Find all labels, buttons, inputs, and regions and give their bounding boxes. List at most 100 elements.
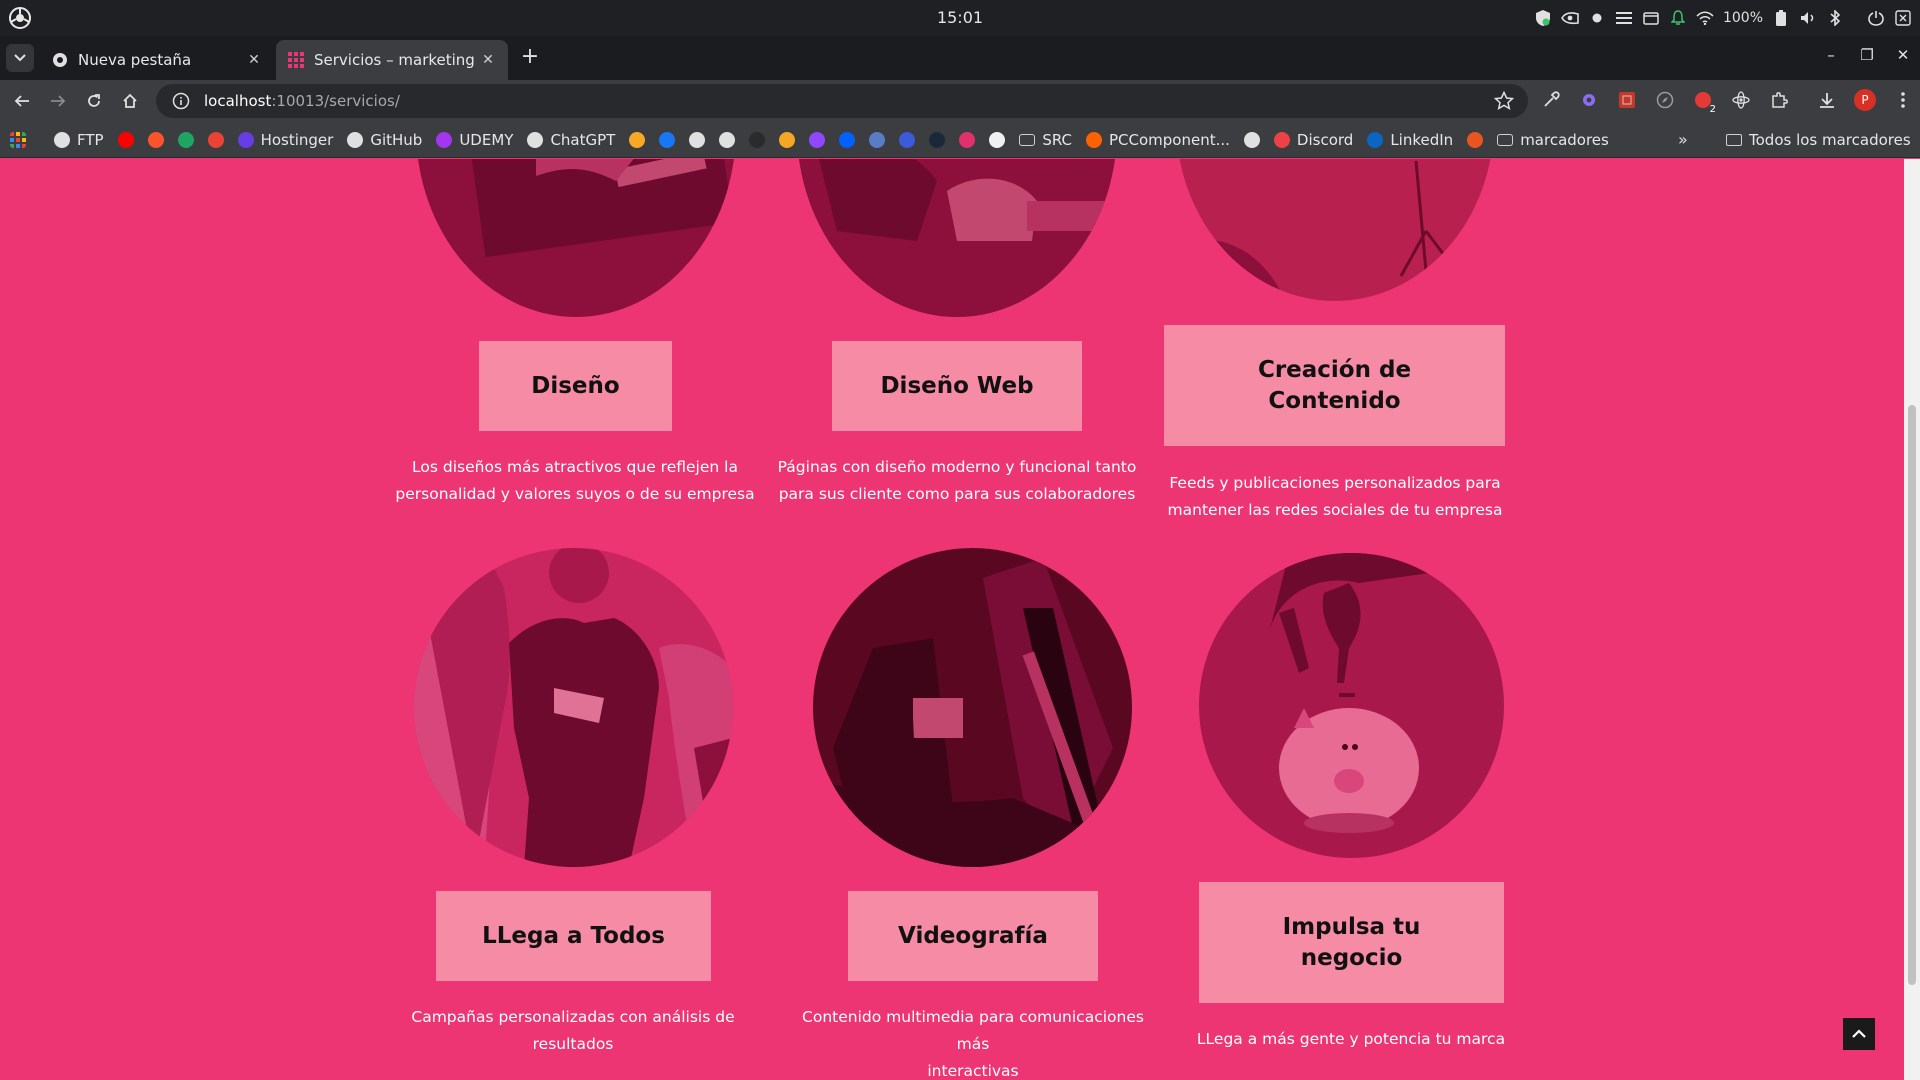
drive-icon <box>177 131 194 148</box>
bookmark-label: GitHub <box>370 130 423 149</box>
scrollbar-thumb[interactable] <box>1908 405 1916 985</box>
address-bar[interactable]: localhost:10013/servicios/ <box>156 84 1528 118</box>
bookmark-item[interactable]: marcadores <box>1497 131 1609 149</box>
close-tab-icon[interactable]: ✕ <box>246 52 262 68</box>
service-description: Los diseños más atractivos que reflejen … <box>391 454 759 508</box>
bookmark-item[interactable] <box>779 131 796 148</box>
minimize-icon[interactable]: – <box>1822 46 1840 64</box>
bookmark-item[interactable] <box>177 131 194 148</box>
reload-button[interactable] <box>82 89 106 113</box>
description-line: Contenido multimedia para comunicaciones… <box>802 1008 1144 1053</box>
bookmark-item[interactable] <box>1467 131 1484 148</box>
description-line: LLega a más gente y potencia tu marca <box>1196 1030 1506 1048</box>
tab-nueva-pestana[interactable]: Nueva pestaña ✕ <box>40 40 274 80</box>
wifi-icon[interactable] <box>1696 9 1714 27</box>
bookmark-item[interactable]: FTP <box>54 131 104 149</box>
bookmark-label: SRC <box>1042 130 1072 149</box>
description-line: resultados <box>532 1035 614 1053</box>
description-line: Campañas personalizadas con análisis de <box>411 1008 735 1026</box>
files-icon[interactable] <box>1642 9 1660 27</box>
bookmark-item[interactable] <box>147 131 164 148</box>
bookmark-item[interactable] <box>839 131 856 148</box>
amazon-icon <box>989 131 1006 148</box>
description-line: Páginas con diseño moderno y funcional t… <box>777 458 1137 476</box>
bookmark-item[interactable] <box>809 131 826 148</box>
all-bookmarks-folder[interactable]: Todos los marcadores <box>1726 131 1911 149</box>
bluetooth-icon[interactable] <box>1826 9 1844 27</box>
bookmark-item[interactable]: LinkedIn <box>1367 131 1453 149</box>
shield-icon[interactable] <box>1534 9 1552 27</box>
close-tab-icon[interactable]: ✕ <box>480 52 496 68</box>
volume-icon[interactable] <box>1799 9 1817 27</box>
back-button[interactable] <box>10 89 34 113</box>
bell-icon[interactable] <box>1669 9 1687 27</box>
home-button[interactable] <box>118 89 142 113</box>
battery-icon[interactable] <box>1772 9 1790 27</box>
eyedropper-icon[interactable] <box>1540 89 1562 111</box>
bookmark-item[interactable] <box>989 131 1006 148</box>
atom-icon[interactable] <box>1730 89 1752 111</box>
bookmark-label: ChatGPT <box>550 130 616 149</box>
bookmark-item[interactable]: ChatGPT <box>527 131 615 149</box>
description-line: personalidad y valores suyos o de su emp… <box>395 485 755 503</box>
close-window-icon[interactable]: ✕ <box>1894 46 1912 64</box>
bookmark-item[interactable] <box>629 131 646 148</box>
service-image-diseno-web <box>797 159 1117 317</box>
bookmark-item[interactable] <box>1243 131 1260 148</box>
bookmark-item[interactable] <box>899 131 916 148</box>
service-description: Contenido multimedia para comunicaciones… <box>784 1004 1162 1080</box>
power-icon[interactable] <box>1867 9 1885 27</box>
service-title-box: Diseño Web <box>832 341 1082 431</box>
back-to-top-button[interactable] <box>1843 1018 1875 1050</box>
reload-icon <box>88 94 100 107</box>
bookmark-item[interactable] <box>869 131 886 148</box>
nvidia-icon[interactable] <box>1561 9 1579 27</box>
tab-title: Servicios – marketing a <box>314 51 480 69</box>
bookmark-item[interactable]: PCComponent... <box>1086 131 1230 149</box>
bookmark-item[interactable] <box>929 131 946 148</box>
facebook-icon <box>659 131 676 148</box>
arrow-left-icon <box>14 95 29 107</box>
bookmark-item[interactable] <box>207 131 224 148</box>
profile-avatar[interactable]: P <box>1854 89 1876 111</box>
kebab-menu-icon[interactable] <box>1892 89 1914 111</box>
service-description: Feeds y publicaciones personalizados par… <box>1150 470 1520 524</box>
bookmark-item[interactable]: Discord <box>1273 131 1353 149</box>
record-dot-icon[interactable] <box>1588 9 1606 27</box>
puzzle-icon[interactable] <box>1768 89 1790 111</box>
bookmark-item[interactable] <box>959 131 976 148</box>
battery-percent[interactable]: 100% <box>1723 10 1763 26</box>
new-tab-button[interactable]: + <box>518 46 542 70</box>
grid-extension-icon[interactable] <box>1616 89 1638 111</box>
gear-extension-icon[interactable] <box>1578 89 1600 111</box>
window-controls: – ❐ ✕ <box>1822 46 1912 64</box>
bookmark-item[interactable] <box>689 131 706 148</box>
forward-button[interactable] <box>46 89 70 113</box>
session-icon[interactable] <box>1894 9 1912 27</box>
home-icon <box>123 93 137 108</box>
notification-extension-icon[interactable]: 2 <box>1692 89 1718 115</box>
bookmark-item[interactable]: Hostinger <box>237 131 333 149</box>
bookmark-item[interactable]: GitHub <box>347 131 422 149</box>
apps-launcher[interactable] <box>10 131 26 148</box>
chevron-down-icon <box>14 54 26 62</box>
compass-icon[interactable] <box>1654 89 1676 111</box>
tab-search-button[interactable] <box>6 44 34 72</box>
bookmark-item[interactable]: SRC <box>1019 131 1072 149</box>
restore-icon[interactable]: ❐ <box>1858 46 1876 64</box>
bookmark-item[interactable] <box>719 131 736 148</box>
tab-servicios[interactable]: Servicios – marketing a ✕ <box>276 40 508 80</box>
bookmark-item[interactable] <box>749 131 766 148</box>
steam-icon <box>929 131 946 148</box>
bookmark-item[interactable]: UDEMY <box>436 131 513 149</box>
bookmark-item[interactable] <box>117 131 134 148</box>
site-info-icon[interactable] <box>172 92 190 110</box>
page-scrollbar[interactable] <box>1904 159 1920 1080</box>
more-bookmarks-chevron-icon[interactable]: » <box>1678 130 1688 149</box>
bookmark-item[interactable] <box>659 131 676 148</box>
service-title: Diseño <box>531 372 620 399</box>
download-icon[interactable] <box>1816 89 1838 111</box>
bookmark-star-icon[interactable] <box>1494 91 1514 111</box>
menu-lines-icon[interactable] <box>1615 9 1633 27</box>
github-icon <box>347 131 364 148</box>
